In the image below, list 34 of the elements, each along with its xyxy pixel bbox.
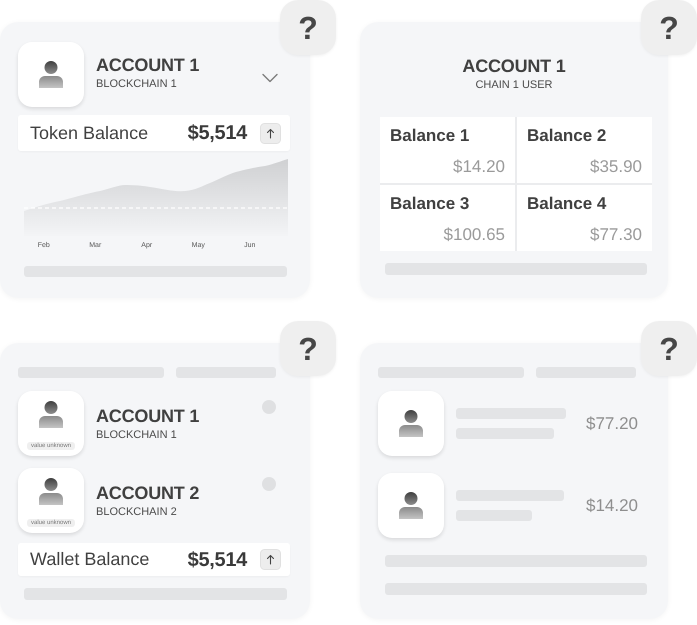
balance-amount: $5,514 — [188, 121, 247, 146]
balance-amount: $100.65 — [444, 225, 505, 245]
person-icon — [39, 401, 63, 428]
account-subtitle: BLOCKCHAIN 1 — [96, 78, 177, 90]
person-icon — [39, 478, 63, 505]
account-title: ACCOUNT 1 — [96, 54, 200, 74]
balance-amount: $14.20 — [453, 157, 505, 177]
account-subtitle: BLOCKCHAIN 2 — [96, 506, 177, 518]
help-button[interactable]: ? — [280, 321, 336, 376]
balance-label: Token Balance — [30, 122, 148, 144]
help-button[interactable]: ? — [641, 321, 697, 376]
balance-amount: $35.90 — [590, 157, 642, 177]
balance-label: Balance 4 — [527, 194, 606, 214]
account-title: ACCOUNT 1 — [462, 56, 566, 76]
amount-text: $14.20 — [586, 494, 638, 517]
chevron-icon[interactable] — [262, 72, 278, 82]
balance-amount: $5,514 — [188, 548, 247, 572]
arrow-up-icon — [260, 122, 281, 144]
account-title: ACCOUNT 2 — [96, 482, 200, 502]
account-subtitle: BLOCKCHAIN 1 — [96, 428, 177, 442]
balance-label: Balance 3 — [390, 194, 470, 214]
account-subtitle: CHAIN 1 USER — [475, 79, 553, 92]
balance-label: Balance 1 — [390, 126, 470, 146]
amount-text: $77.20 — [586, 412, 638, 435]
balance-label: Balance 2 — [527, 126, 606, 146]
person-icon — [399, 410, 423, 437]
person-icon — [399, 492, 423, 519]
account-title: ACCOUNT 1 — [96, 406, 200, 426]
balance-amount: $77.30 — [590, 225, 642, 245]
help-button[interactable]: ? — [641, 0, 697, 55]
arrow-up-icon — [260, 549, 281, 570]
balance-label: Wallet Balance — [30, 548, 150, 571]
help-button[interactable]: ? — [280, 0, 336, 55]
person-icon — [39, 61, 63, 88]
